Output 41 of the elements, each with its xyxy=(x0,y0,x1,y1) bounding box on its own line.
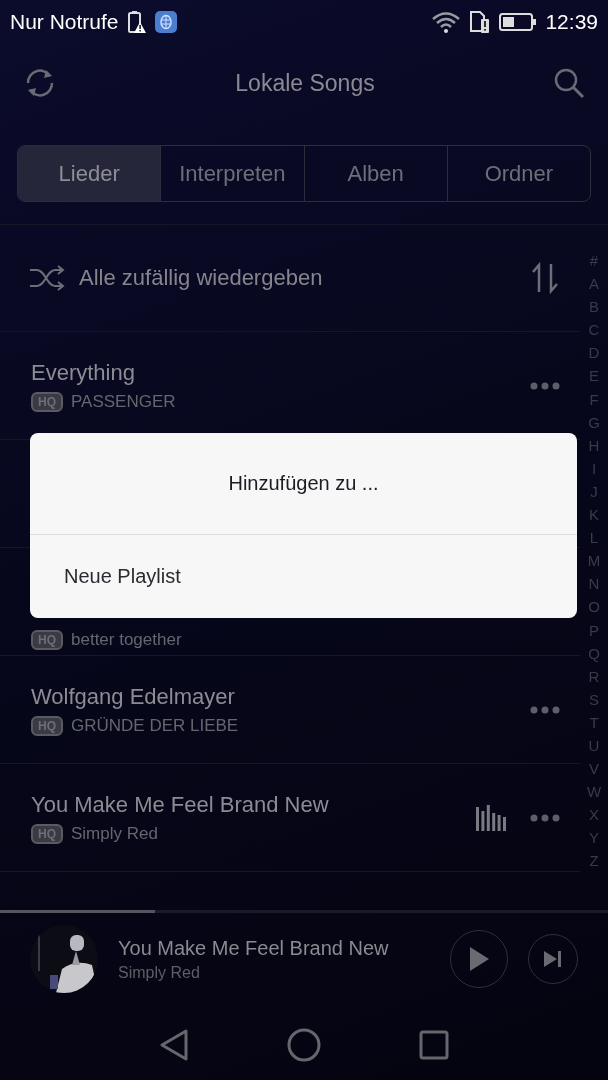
more-icon[interactable] xyxy=(530,381,560,390)
song-artist: Simply Red xyxy=(71,823,158,844)
tab[interactable]: Alben xyxy=(303,146,447,201)
carrier-label: Nur Notrufe xyxy=(10,10,119,34)
song-title[interactable]: Wolfgang Edelmayer xyxy=(31,683,530,710)
more-icon[interactable] xyxy=(530,813,560,822)
index-letter[interactable]: # xyxy=(589,249,599,273)
recents-button[interactable] xyxy=(419,1030,449,1060)
skip-next-icon xyxy=(543,950,563,968)
dialog-option[interactable]: Neue Playlist xyxy=(30,535,577,618)
tab[interactable]: Interpreten xyxy=(160,146,304,201)
app-notification-icon xyxy=(154,11,177,33)
song-artist: PASSENGER xyxy=(71,391,176,412)
tab[interactable]: Ordner xyxy=(446,146,590,201)
shuffle-all-label[interactable]: Alle zufällig wiedergeben xyxy=(79,265,516,291)
back-button[interactable] xyxy=(159,1029,189,1061)
now-playing-title: You Make Me Feel Brand New xyxy=(118,936,390,960)
sim-card-alert-icon xyxy=(469,10,492,34)
dialog-title: Hinzufügen zu ... xyxy=(30,433,577,535)
home-icon xyxy=(287,1028,321,1062)
battery-icon xyxy=(499,12,538,32)
shuffle-icon[interactable] xyxy=(29,265,65,291)
song-artist: GRÜNDE DER LIEBE xyxy=(71,715,239,736)
search-icon[interactable] xyxy=(552,66,586,100)
page-title: Lokale Songs xyxy=(234,69,376,97)
wifi-icon xyxy=(431,11,462,33)
song-title[interactable]: Everything xyxy=(31,359,530,386)
song-artist: better together xyxy=(71,629,182,650)
play-icon xyxy=(468,946,490,972)
clock: 12:39 xyxy=(545,10,598,34)
battery-warning-icon xyxy=(126,10,147,34)
more-icon[interactable] xyxy=(530,705,560,714)
song-title[interactable]: You Make Me Feel Brand New xyxy=(31,791,476,818)
recents-icon xyxy=(419,1030,449,1060)
tab[interactable]: Lieder xyxy=(18,146,161,201)
now-playing-artist: Simply Red xyxy=(118,963,201,982)
sort-icon[interactable] xyxy=(530,262,560,294)
home-button[interactable] xyxy=(287,1028,321,1062)
index-letter[interactable]: Z xyxy=(589,849,599,873)
back-icon xyxy=(159,1029,189,1061)
next-button[interactable] xyxy=(528,934,578,984)
